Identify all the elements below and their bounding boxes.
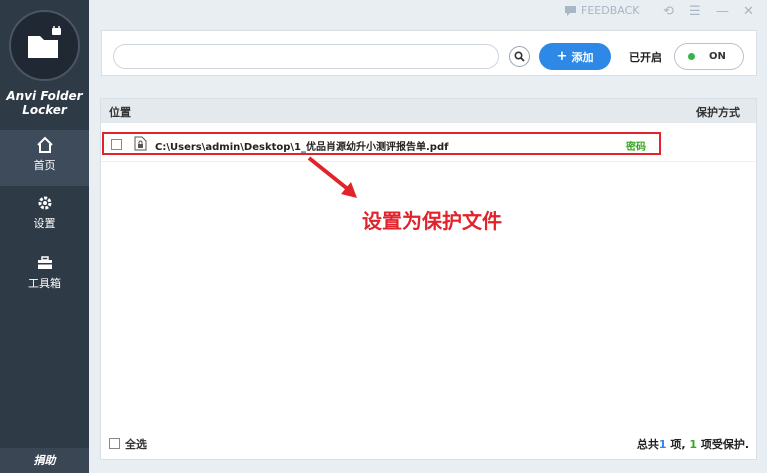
feedback-label: FEEDBACK: [581, 4, 640, 17]
close-icon[interactable]: ✕: [743, 4, 754, 19]
protection-toggle[interactable]: ON: [674, 43, 744, 70]
logo-block: Anvi Folder Locker: [0, 0, 89, 130]
search-button[interactable]: [509, 46, 530, 67]
column-header-location: 位置: [109, 106, 131, 119]
list-footer: 全选 总共1 项, 1 项受保护.: [101, 429, 756, 459]
select-all-checkbox[interactable]: [109, 438, 120, 449]
annotation-arrow-icon: [307, 156, 357, 198]
toolbar-panel: + 添加 已开启 ON: [101, 30, 757, 76]
refresh-icon[interactable]: ⟲: [663, 4, 674, 19]
app-logo: [9, 10, 80, 81]
list-header: 位置 保护方式: [101, 99, 756, 123]
summary-text: 总共1 项, 1 项受保护.: [637, 436, 749, 452]
status-dot-icon: [688, 53, 695, 60]
locked-folder-icon: [28, 26, 61, 58]
home-icon: [36, 136, 53, 153]
toggle-label: ON: [709, 51, 726, 62]
chat-bubble-icon: [565, 6, 576, 16]
plus-icon: +: [556, 49, 568, 64]
titlebar: FEEDBACK ⟲ ☰ — ✕: [89, 0, 767, 24]
select-all-label[interactable]: 全选: [125, 436, 147, 452]
minimize-icon[interactable]: —: [716, 4, 729, 19]
feedback-link[interactable]: FEEDBACK: [564, 4, 639, 17]
gear-icon: [38, 196, 51, 210]
summary-mid: 项,: [666, 438, 690, 451]
app-name: Anvi Folder Locker: [6, 89, 83, 117]
nav-item-label: 工具箱: [28, 277, 61, 290]
search-icon: [514, 51, 525, 62]
annotation-text: 设置为保护文件: [362, 209, 502, 233]
sidebar: Anvi Folder Locker 首页 设置 工具箱 捐助: [0, 0, 89, 473]
nav-item-toolbox[interactable]: 工具箱: [0, 248, 89, 304]
add-button[interactable]: + 添加: [539, 43, 611, 70]
summary-suffix: 项受保护.: [696, 438, 749, 451]
nav-item-label: 首页: [33, 159, 56, 172]
nav-item-home[interactable]: 首页: [0, 130, 89, 186]
summary-prefix: 总共: [636, 438, 659, 451]
toolbox-icon: [37, 256, 52, 269]
nav-item-label: 设置: [33, 217, 56, 230]
highlight-box: [102, 132, 661, 155]
add-button-label: 添加: [571, 50, 594, 64]
search-input[interactable]: [113, 44, 499, 69]
protection-status-label: 已开启: [629, 51, 662, 64]
donate-button[interactable]: 捐助: [0, 448, 89, 473]
nav-item-settings[interactable]: 设置: [0, 188, 89, 244]
column-header-protection-mode: 保护方式: [696, 106, 740, 119]
protected-count: 1: [689, 438, 697, 451]
menu-icon[interactable]: ☰: [689, 4, 701, 19]
